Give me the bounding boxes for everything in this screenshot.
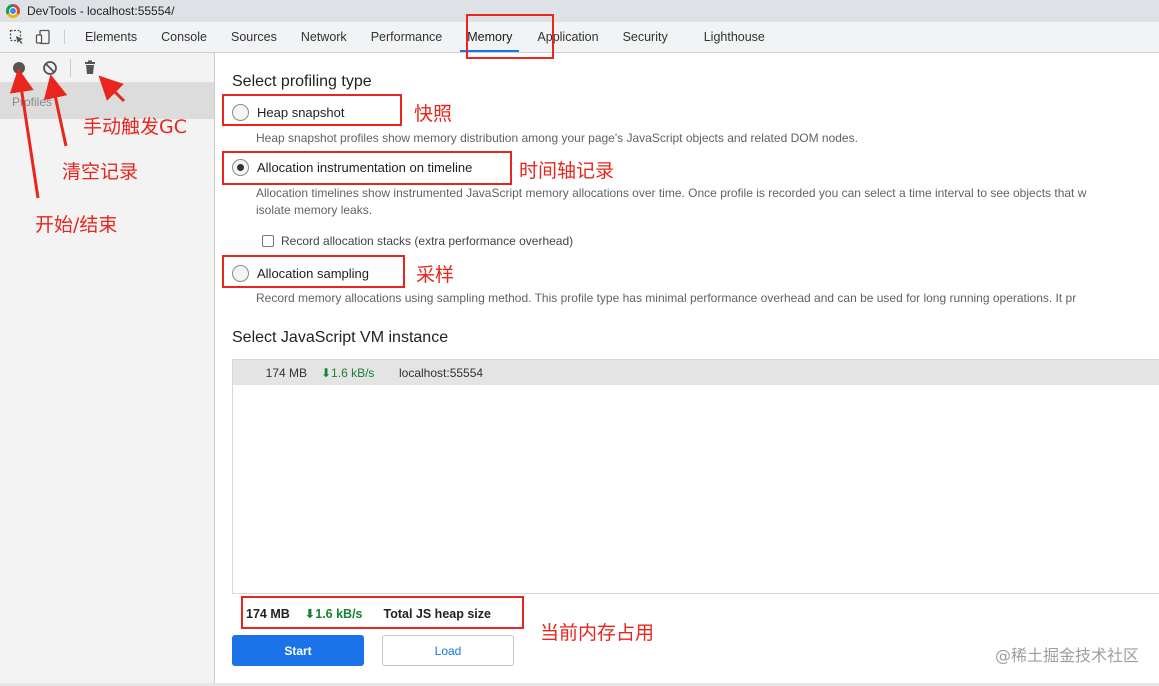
allocation-timeline-description: Allocation timelines show instrumented J… (256, 186, 1087, 200)
record-stacks-checkbox[interactable] (262, 235, 274, 247)
tab-security[interactable]: Security (611, 22, 692, 52)
heap-snapshot-label: Heap snapshot (257, 105, 345, 120)
tab-lighthouse[interactable]: Lighthouse (692, 22, 777, 52)
toolbar-divider (64, 30, 65, 44)
annotation-gc: 手动触发GC (83, 116, 187, 138)
heap-snapshot-radio[interactable] (232, 104, 249, 121)
total-heap-label: Total JS heap size (383, 606, 491, 621)
window-title: DevTools - localhost:55554/ (27, 4, 175, 18)
profiles-toolbar (0, 53, 214, 83)
toolbar-divider (70, 58, 71, 77)
allocation-sampling-label: Allocation sampling (257, 266, 370, 281)
allocation-timeline-label: Allocation instrumentation on timeline (257, 160, 473, 175)
total-heap-rate: ⬇1.6 kB/s (304, 607, 363, 621)
heap-snapshot-option[interactable]: Heap snapshot (232, 104, 344, 121)
annotation-sampling: 采样 (416, 264, 455, 286)
record-button[interactable] (8, 57, 30, 79)
clear-all-profiles-button[interactable] (39, 57, 61, 79)
vm-heap-rate: ⬇1.6 kB/s (321, 365, 375, 380)
heap-snapshot-description: Heap snapshot profiles show memory distr… (256, 131, 858, 145)
devtools-tabbar: Elements Console Sources Network Perform… (0, 22, 1159, 53)
tab-console[interactable]: Console (149, 22, 219, 52)
inspect-element-icon[interactable] (4, 22, 30, 52)
allocation-sampling-option[interactable]: Allocation sampling (232, 265, 369, 282)
tab-application[interactable]: Application (525, 22, 610, 52)
annotation-timeline: 时间轴记录 (519, 160, 615, 182)
vm-instance-title: Select JavaScript VM instance (232, 329, 449, 346)
chrome-logo-icon (6, 4, 20, 18)
annotation-clear: 清空记录 (62, 161, 139, 183)
tab-memory[interactable]: Memory (454, 22, 525, 52)
allocation-timeline-radio[interactable] (232, 159, 249, 176)
annotation-snapshot: 快照 (414, 103, 453, 125)
vm-host: localhost:55554 (399, 365, 484, 380)
watermark: @稀土掘金技术社区 (994, 646, 1139, 665)
tab-network[interactable]: Network (289, 22, 359, 52)
allocation-sampling-description: Record memory allocations using sampling… (256, 291, 1077, 305)
tab-sources[interactable]: Sources (219, 22, 289, 52)
allocation-timeline-option[interactable]: Allocation instrumentation on timeline (232, 159, 472, 176)
record-icon (13, 61, 25, 74)
trash-icon (85, 60, 95, 74)
total-heap-summary: 174 MB ⬇1.6 kB/s Total JS heap size (246, 606, 491, 622)
vm-instance-list: 174 MB ⬇1.6 kB/s localhost:55554 (232, 359, 1159, 594)
total-heap-size: 174 MB (246, 606, 290, 621)
profiling-type-title: Select profiling type (232, 73, 372, 90)
profiles-sidebar: Profiles (0, 53, 215, 683)
start-button[interactable]: Start (232, 635, 364, 666)
memory-panel: Select profiling type Heap snapshot Heap… (216, 53, 1159, 683)
vm-heap-size: 174 MB (265, 365, 307, 380)
tab-performance[interactable]: Performance (359, 22, 455, 52)
record-stacks-label: Record allocation stacks (extra performa… (281, 234, 574, 248)
annotation-start-stop: 开始/结束 (35, 214, 118, 236)
record-stacks-checkbox-row[interactable]: Record allocation stacks (extra performa… (262, 234, 573, 248)
device-toolbar-icon[interactable] (30, 22, 56, 52)
tab-elements[interactable]: Elements (73, 22, 149, 52)
clear-icon (43, 60, 57, 75)
load-button[interactable]: Load (382, 635, 514, 666)
annotation-current-usage: 当前内存占用 (540, 622, 655, 644)
collect-garbage-button[interactable] (79, 57, 101, 79)
vm-instance-row[interactable]: 174 MB ⬇1.6 kB/s localhost:55554 (233, 360, 1159, 385)
window-title-bar: DevTools - localhost:55554/ (0, 0, 1159, 22)
allocation-sampling-radio[interactable] (232, 265, 249, 282)
allocation-timeline-description-2: isolate memory leaks. (256, 203, 373, 217)
